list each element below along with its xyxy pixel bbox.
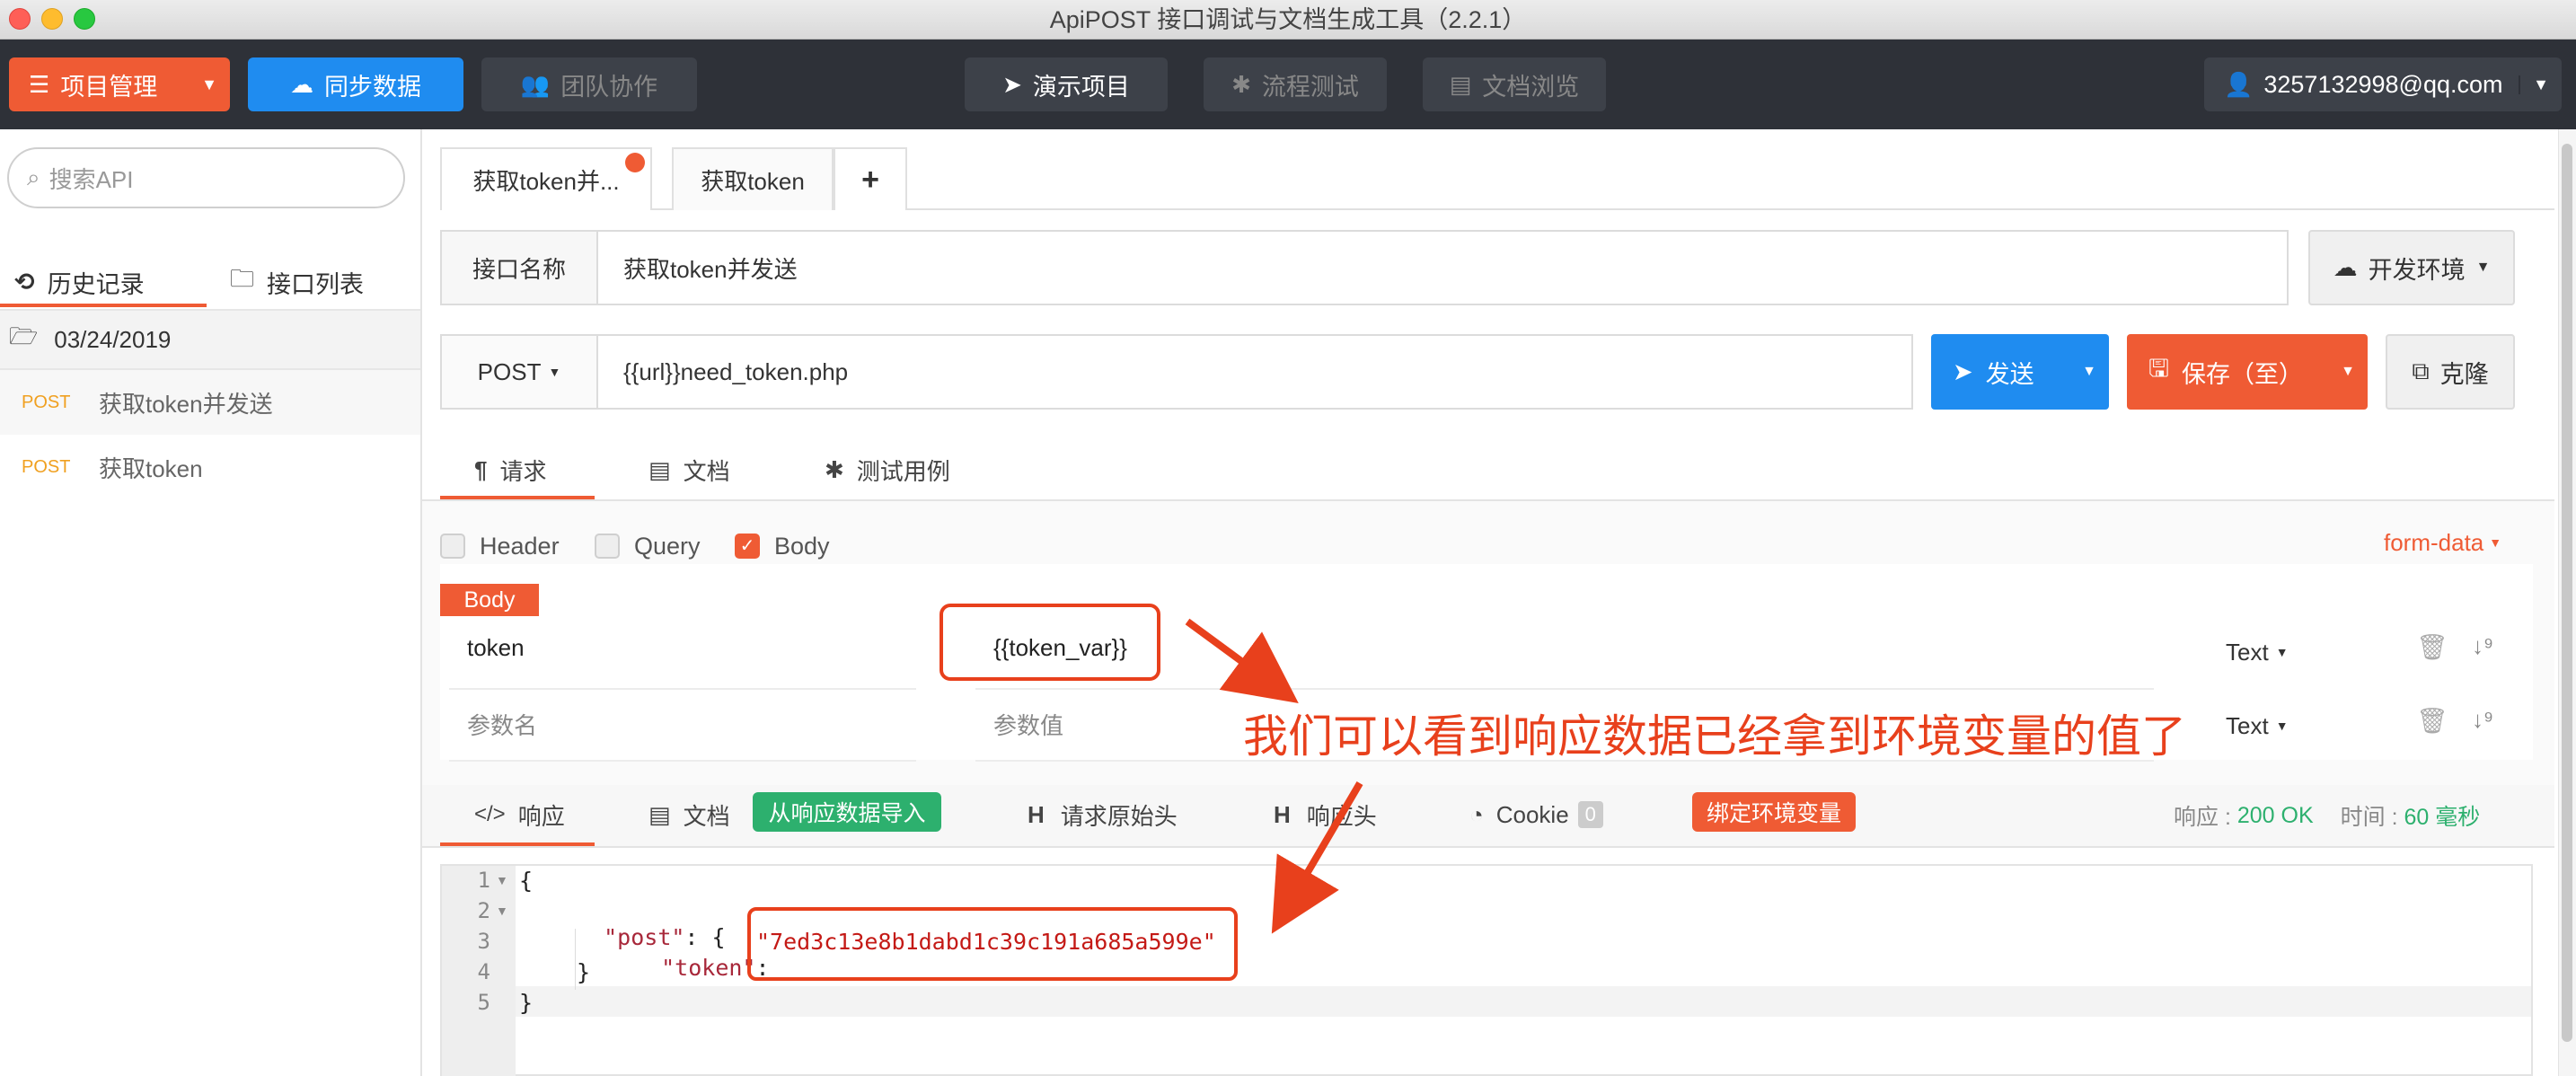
arrow-to-response <box>1271 781 1363 934</box>
annotation-arrows <box>1185 618 1363 934</box>
arrow-to-annotation <box>1185 618 1299 703</box>
